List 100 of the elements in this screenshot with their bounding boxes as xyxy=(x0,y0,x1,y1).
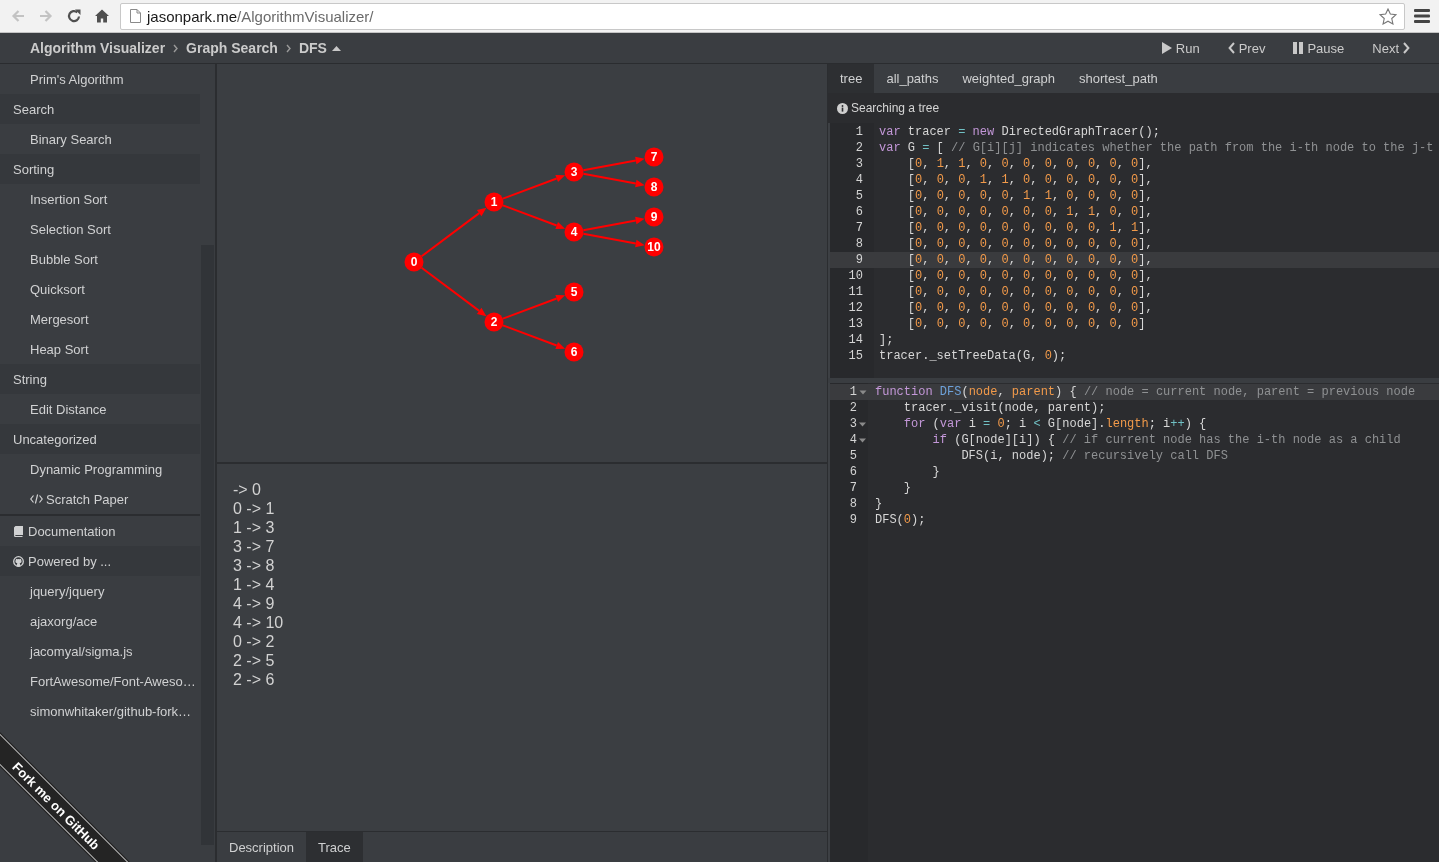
graph-edge xyxy=(582,216,645,232)
line-number: 8 xyxy=(849,496,858,512)
sidebar-item[interactable]: Prim's Algorithm xyxy=(30,64,124,94)
pause-icon xyxy=(1293,42,1304,54)
trace-line: 1 -> 3 xyxy=(233,518,275,537)
code-line: [0, 0, 0, 0, 0, 0, 0, 0, 0, 0, 0], xyxy=(906,236,1153,252)
breadcrumb-link[interactable]: Algorithm Visualizer xyxy=(22,33,174,63)
code-line: DFS(i, node); // recursively call DFS xyxy=(960,448,1228,464)
line-number: 6 xyxy=(849,464,858,480)
code-line: [0, 0, 0, 0, 0, 1, 1, 0, 0, 0, 0], xyxy=(906,188,1153,204)
line-number: 7 xyxy=(855,220,864,236)
sidebar-category[interactable]: Search xyxy=(0,94,200,124)
graph-edge xyxy=(420,207,487,258)
code-line: [0, 0, 0, 0, 0, 0, 0, 0, 0, 0, 0] xyxy=(906,316,1146,332)
star-icon xyxy=(1379,7,1397,25)
tab[interactable]: all_paths xyxy=(874,64,951,93)
address-bar[interactable]: jasonpark.me/AlgorithmVisualizer/ xyxy=(120,2,1405,30)
sidebar-category[interactable]: String xyxy=(0,364,200,394)
tab[interactable]: shortest_path xyxy=(1067,64,1170,93)
breadcrumb-link[interactable]: DFS xyxy=(290,33,349,63)
line-number: 9 xyxy=(849,512,858,528)
sidebar-item[interactable]: Edit Distance xyxy=(30,394,107,424)
code-editor[interactable] xyxy=(828,123,1439,378)
graph-edge xyxy=(501,204,566,230)
code-line: [0, 0, 0, 1, 1, 0, 0, 0, 0, 0, 0], xyxy=(906,172,1153,188)
graph-node: 4 xyxy=(564,222,584,242)
next-button[interactable]: Next xyxy=(1358,33,1424,63)
sidebar-link[interactable]: ajaxorg/ace xyxy=(30,606,98,636)
code-line: var G = [ // G[i][j] indicates whether the path from the i-th node to the j-t xyxy=(879,140,1434,156)
line-number: 9 xyxy=(830,252,874,268)
menu-icon xyxy=(1414,9,1430,23)
sidebar-item[interactable]: Quicksort xyxy=(30,274,85,304)
description-text: Searching a tree xyxy=(851,101,940,115)
graph-node: 8 xyxy=(644,177,664,197)
line-number: 8 xyxy=(855,236,864,252)
sidebar-item[interactable]: Binary Search xyxy=(30,124,112,154)
documentation-link[interactable]: Documentation xyxy=(13,516,116,546)
chevron-left-icon xyxy=(1227,42,1235,54)
line-number: 12 xyxy=(848,300,864,316)
graph-node: 6 xyxy=(564,342,584,362)
sidebar-link[interactable]: FortAwesome/Font-Aweso… xyxy=(30,666,196,696)
sidebar-item[interactable]: Insertion Sort xyxy=(30,184,108,214)
sidebar-link[interactable]: jquery/jquery xyxy=(30,576,105,606)
sidebar-category[interactable]: Uncategorized xyxy=(0,424,200,454)
prev-button[interactable]: Prev xyxy=(1213,33,1280,63)
graph-node: 0 xyxy=(404,252,424,272)
graph-edge xyxy=(582,156,645,172)
tab[interactable]: tree xyxy=(828,64,875,93)
line-number: 15 xyxy=(848,348,864,364)
book-icon xyxy=(13,525,23,537)
sidebar-category[interactable]: Sorting xyxy=(0,154,200,184)
trace-line: 0 -> 2 xyxy=(233,632,275,651)
sidebar-item[interactable]: Mergesort xyxy=(30,304,89,334)
code-line: if (G[node][i]) { // if current node has the i-th node as a child xyxy=(931,432,1401,448)
trace-line: 2 -> 5 xyxy=(233,651,275,670)
line-number: 2 xyxy=(855,140,864,156)
sidebar-item[interactable]: Selection Sort xyxy=(30,214,111,244)
home-icon xyxy=(95,9,109,23)
sidebar-link[interactable]: jacomyal/sigma.js xyxy=(30,636,133,666)
pause-button[interactable]: Pause xyxy=(1279,33,1359,63)
graph-edge xyxy=(501,294,566,320)
sidebar-item[interactable]: Heap Sort xyxy=(30,334,89,364)
code-line: [0, 0, 0, 0, 0, 0, 0, 1, 1, 0, 0], xyxy=(906,204,1153,220)
code-line: [0, 0, 0, 0, 0, 0, 0, 0, 0, 0, 0], xyxy=(906,300,1153,316)
right-arrow-icon xyxy=(39,9,53,23)
trace-line: 2 -> 6 xyxy=(233,670,275,689)
code-line: [0, 0, 0, 0, 0, 0, 0, 0, 0, 1, 1], xyxy=(906,220,1153,236)
graph-node: 9 xyxy=(644,207,664,227)
tab[interactable]: weighted_graph xyxy=(950,64,1067,93)
line-number: 6 xyxy=(855,204,864,220)
code-line: tracer._setTreeData(G, 0); xyxy=(879,348,1067,364)
graph-node: 7 xyxy=(644,147,664,167)
code-line: [0, 1, 1, 0, 0, 0, 0, 0, 0, 0, 0], xyxy=(906,156,1153,172)
tab[interactable]: Description xyxy=(217,832,307,862)
tab[interactable]: Trace xyxy=(306,832,363,862)
code-icon xyxy=(30,494,43,504)
line-number: 1 xyxy=(855,124,864,140)
trace-line: -> 0 xyxy=(233,480,261,499)
sidebar-item[interactable]: Scratch Paper xyxy=(30,484,129,514)
chevron-icon xyxy=(173,43,179,53)
page-icon xyxy=(130,9,141,23)
sidebar-item[interactable]: Dynamic Programming xyxy=(30,454,163,484)
graph-edge xyxy=(582,232,645,248)
graph-node: 2 xyxy=(484,312,504,332)
run-button[interactable]: Run xyxy=(1147,33,1214,63)
sidebar-link[interactable]: simonwhitaker/github-fork… xyxy=(30,696,192,726)
info-icon xyxy=(837,102,848,114)
line-number: 5 xyxy=(849,448,858,464)
breadcrumb-link[interactable]: Graph Search xyxy=(178,33,286,63)
chevron-right-icon xyxy=(1403,42,1410,54)
code-line: [0, 0, 0, 0, 0, 0, 0, 0, 0, 0, 0], xyxy=(906,268,1153,284)
trace-line: 3 -> 7 xyxy=(233,537,275,556)
graph-edge xyxy=(420,266,487,317)
line-number: 13 xyxy=(848,316,864,332)
sidebar-item[interactable]: Bubble Sort xyxy=(30,244,98,274)
line-number: 5 xyxy=(855,188,864,204)
line-number: 4 xyxy=(855,172,864,188)
graph-node: 5 xyxy=(564,282,584,302)
line-number: 3 xyxy=(849,416,858,432)
trace-line: 3 -> 8 xyxy=(233,556,275,575)
